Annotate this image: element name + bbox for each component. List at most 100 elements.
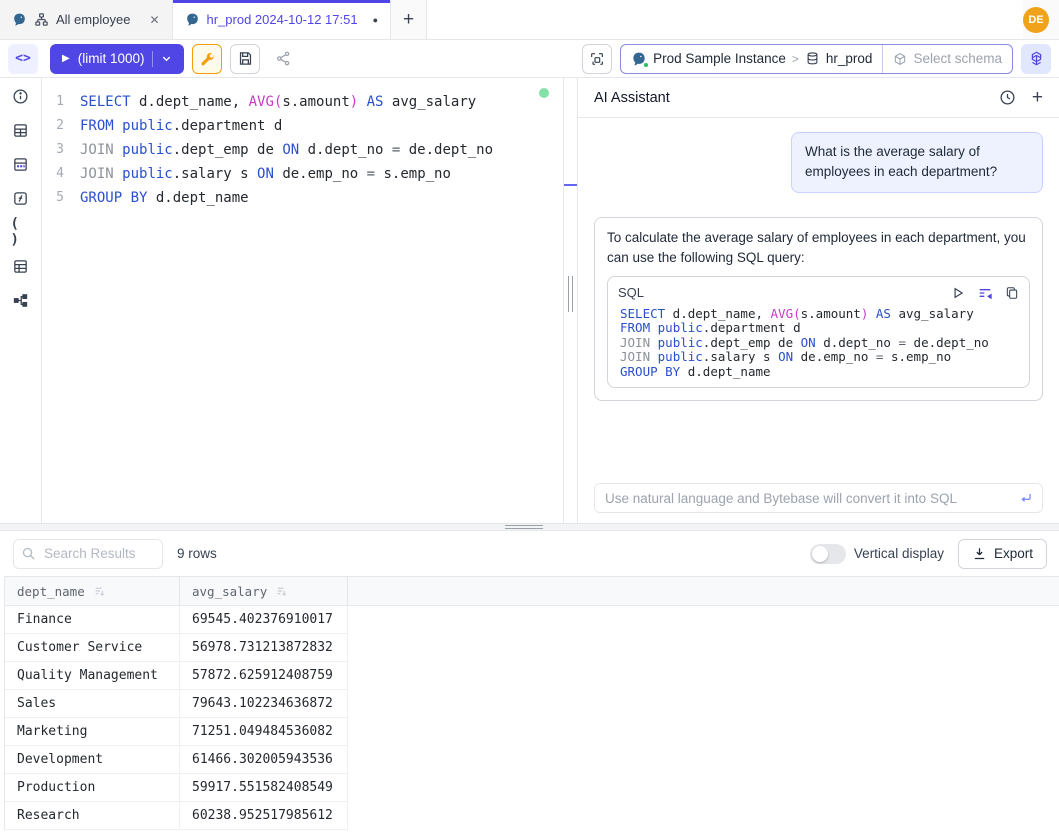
tab-bar: All employee ✕ hr_prod 2024-10-12 17:51 … (0, 0, 1059, 40)
schema-placeholder: Select schema (913, 51, 1002, 66)
tab-hr-prod[interactable]: hr_prod 2024-10-12 17:51 ● (173, 0, 392, 39)
cell-avg-salary: 79643.102234636872 (180, 690, 348, 717)
toggle-knob (812, 546, 828, 562)
schema-selector[interactable]: Select schema (882, 45, 1012, 73)
schema-diagram-icon[interactable] (11, 154, 31, 174)
save-icon (237, 50, 254, 67)
ai-prompt-input[interactable] (594, 483, 1043, 513)
insert-to-editor-icon[interactable] (977, 285, 993, 301)
status-green-dot (643, 62, 649, 68)
cell-avg-salary: 71251.049484536082 (180, 718, 348, 745)
cell-avg-salary: 61466.302005943536 (180, 746, 348, 773)
sort-icon (275, 585, 288, 598)
vertical-splitter[interactable] (563, 78, 578, 523)
unsaved-dot-icon: ● (373, 15, 378, 25)
table-row[interactable]: Development61466.302005943536 (5, 746, 348, 774)
code-panel-toggle-button[interactable]: <> (8, 44, 38, 74)
cell-dept-name: Finance (5, 606, 180, 633)
ai-input-row (578, 475, 1059, 523)
table-row[interactable]: Research60238.952517985612 (5, 802, 348, 830)
splitter-drag-handle[interactable] (505, 525, 543, 529)
info-icon[interactable] (11, 86, 31, 106)
cell-avg-salary: 69545.402376910017 (180, 606, 348, 633)
postgres-icon (12, 12, 27, 27)
sort-icon (93, 585, 106, 598)
format-wrench-button[interactable] (192, 44, 222, 74)
chevron-down-icon (161, 53, 172, 64)
editor-toolbar: <> ▶ (limit 1000) (0, 40, 1059, 78)
export-label: Export (994, 546, 1033, 561)
column-header-dept-name[interactable]: dept_name (5, 577, 180, 605)
sql-editor[interactable]: 1SELECT d.dept_name, AVG(s.amount) AS av… (42, 78, 563, 523)
run-query-button[interactable]: ▶ (limit 1000) (50, 44, 184, 74)
cell-dept-name: Quality Management (5, 662, 180, 689)
ai-panel-header: AI Assistant + (578, 78, 1059, 118)
instance-database-selector[interactable]: Prod Sample Instance > hr_prod (621, 45, 882, 73)
sql-editor-code: 1SELECT d.dept_name, AVG(s.amount) AS av… (42, 90, 563, 210)
postgres-icon (185, 12, 200, 27)
schema-cube-icon (893, 52, 907, 66)
cell-dept-name: Production (5, 774, 180, 801)
cell-dept-name: Customer Service (5, 634, 180, 661)
history-clock-icon[interactable] (999, 89, 1016, 106)
cell-dept-name: Marketing (5, 718, 180, 745)
export-button[interactable]: Export (958, 539, 1047, 569)
cell-dept-name: Development (5, 746, 180, 773)
table-row[interactable]: Production59917.551582408549 (5, 774, 348, 802)
flow-icon[interactable] (11, 290, 31, 310)
table-row[interactable]: Sales79643.102234636872 (5, 690, 348, 718)
cell-avg-salary: 56978.731213872832 (180, 634, 348, 661)
row-count-label: 9 rows (177, 546, 217, 561)
horizontal-splitter[interactable] (0, 523, 1059, 531)
ai-panel-title: AI Assistant (594, 90, 670, 106)
openai-icon (1028, 50, 1045, 67)
database-icon (805, 51, 820, 66)
worksheet-shared-icon (34, 12, 49, 27)
database-name: hr_prod (826, 51, 873, 66)
tab-label: All employee (56, 12, 130, 27)
table-row[interactable]: Finance69545.402376910017 (5, 606, 348, 634)
format-sql-button[interactable] (582, 44, 612, 74)
vertical-display-label: Vertical display (854, 546, 944, 561)
results-grid: dept_name avg_salary Finance69545.402376… (0, 576, 1059, 835)
cell-avg-salary: 59917.551582408549 (180, 774, 348, 801)
cell-avg-salary: 57872.625912408759 (180, 662, 348, 689)
new-tab-button[interactable]: + (391, 0, 427, 39)
table-icon[interactable] (11, 120, 31, 140)
ai-sql-code-block: SQL SELECT d.dept_name, AVG(s.amount) AS… (607, 276, 1030, 388)
ai-response-bubble: To calculate the average salary of emplo… (594, 217, 1043, 402)
save-button[interactable] (230, 44, 260, 74)
table-row[interactable]: Customer Service56978.731213872832 (5, 634, 348, 662)
ai-response-text: To calculate the average salary of emplo… (607, 230, 1026, 265)
left-icon-sidebar: ( ) (0, 78, 42, 523)
tabbar-spacer (427, 0, 1023, 39)
share-button[interactable] (268, 44, 298, 74)
new-chat-plus-icon[interactable]: + (1032, 88, 1043, 107)
tables-icon[interactable] (11, 256, 31, 276)
run-code-icon[interactable] (951, 286, 965, 300)
postgres-icon (631, 51, 647, 67)
results-table-header: dept_name avg_salary (4, 576, 1059, 606)
copy-icon[interactable] (1005, 286, 1019, 300)
main-split: ( ) 1SELECT d.dept_name, AVG(s.amount) A… (0, 78, 1059, 523)
table-row[interactable]: Marketing71251.049484536082 (5, 718, 348, 746)
tab-all-employee[interactable]: All employee ✕ (0, 0, 173, 39)
column-header-avg-salary[interactable]: avg_salary (180, 577, 348, 605)
ai-assistant-button[interactable] (1021, 44, 1051, 74)
format-sql-icon (589, 51, 605, 67)
vertical-display-toggle[interactable] (810, 544, 846, 564)
button-divider (152, 51, 153, 67)
close-icon[interactable]: ✕ (149, 13, 159, 27)
connection-selector: Prod Sample Instance > hr_prod Select sc… (620, 44, 1013, 74)
enter-return-icon[interactable] (1018, 490, 1034, 506)
code-block-language-label: SQL (618, 283, 644, 303)
ai-code-lines: SELECT d.dept_name, AVG(s.amount) AS avg… (616, 307, 1021, 380)
share-icon (275, 50, 292, 67)
splitter-drag-handle[interactable] (568, 276, 573, 312)
parentheses-icon[interactable]: ( ) (11, 222, 31, 242)
function-icon[interactable] (11, 188, 31, 208)
user-avatar[interactable]: DE (1023, 7, 1049, 33)
cell-dept-name: Sales (5, 690, 180, 717)
table-row[interactable]: Quality Management57872.625912408759 (5, 662, 348, 690)
cell-avg-salary: 60238.952517985612 (180, 802, 348, 829)
